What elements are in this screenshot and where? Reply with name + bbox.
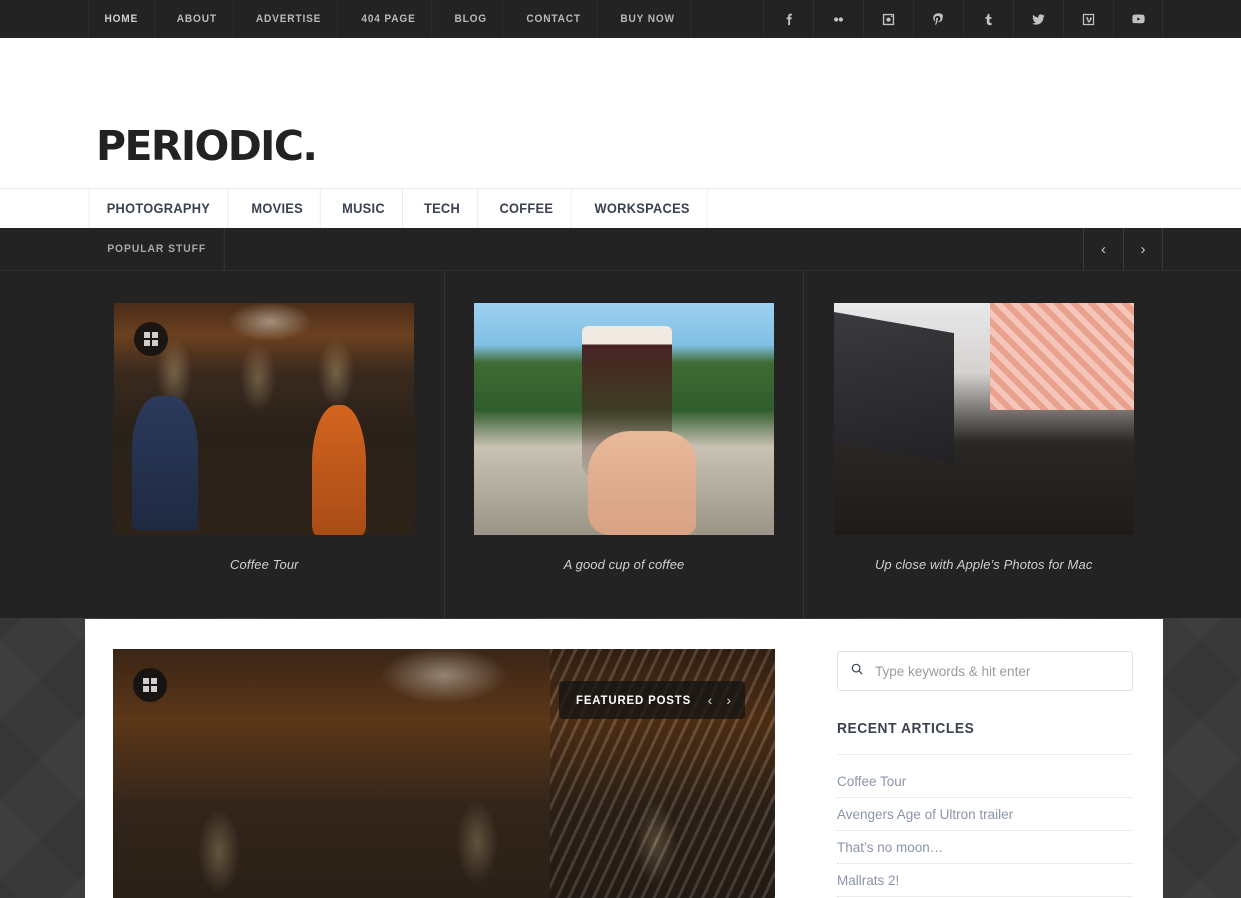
chevron-right-icon[interactable]: › (726, 692, 731, 708)
twitter-icon[interactable] (1013, 0, 1063, 38)
site-logo[interactable]: PERIODIC. (96, 126, 318, 167)
carousel-slide[interactable]: A good cup of coffee (445, 271, 805, 618)
top-navigation: HOME ABOUT ADVERTISE 404 PAGE BLOG CONTA… (85, 0, 695, 38)
topnav-item-advertise[interactable]: ADVERTISE (240, 0, 339, 38)
gallery-grid-icon[interactable] (133, 668, 167, 702)
carousel-slide-image-coffee-cup[interactable] (474, 303, 774, 535)
main-column: FEATURED POSTS ‹ › (85, 619, 805, 898)
top-bar-spacer (695, 0, 763, 38)
image-hand-holding-coffee-cup (474, 303, 774, 535)
search-icon (850, 662, 864, 681)
top-bar: HOME ABOUT ADVERTISE 404 PAGE BLOG CONTA… (0, 0, 1241, 38)
topnav-item-404-page[interactable]: 404 PAGE (346, 0, 433, 38)
carousel-slide[interactable]: Coffee Tour (85, 271, 445, 618)
topnav-item-about[interactable]: ABOUT (161, 0, 234, 38)
instagram-icon[interactable] (863, 0, 913, 38)
mainnav-item-music[interactable]: MUSIC (325, 189, 404, 228)
tumblr-icon[interactable] (963, 0, 1013, 38)
recent-articles-title: RECENT ARTICLES (837, 721, 975, 737)
topnav-item-contact[interactable]: CONTACT (510, 0, 598, 38)
topnav-item-home[interactable]: HOME (87, 0, 155, 38)
recent-article-link[interactable]: Coffee Tour (837, 774, 906, 789)
popular-carousel-track: Coffee Tour A good cup of coffee Up clos… (85, 271, 1163, 618)
carousel-slide[interactable]: Up close with Apple’s Photos for Mac (804, 271, 1163, 618)
featured-posts-tab: FEATURED POSTS ‹ › (558, 681, 745, 719)
carousel-slide-caption[interactable]: Up close with Apple’s Photos for Mac (875, 557, 1092, 572)
featured-post-image[interactable]: FEATURED POSTS ‹ › (113, 649, 775, 898)
chevron-left-icon[interactable]: ‹ (708, 692, 713, 708)
topnav-item-buy-now[interactable]: BUY NOW (605, 0, 692, 38)
recent-article-link[interactable]: That’s no moon… (837, 840, 943, 855)
carousel-slide-image-laptop-desk[interactable] (833, 303, 1134, 535)
popular-carousel: Coffee Tour A good cup of coffee Up clos… (0, 270, 1241, 618)
list-item[interactable]: Avengers Age of Ultron trailer (837, 798, 1133, 831)
chevron-left-icon[interactable]: ‹ (1083, 228, 1123, 270)
search-input[interactable] (875, 663, 1120, 679)
pinterest-icon[interactable] (913, 0, 963, 38)
site-header: PERIODIC. (0, 38, 1241, 188)
topnav-item-blog[interactable]: BLOG (439, 0, 504, 38)
list-item[interactable]: Coffee Tour (837, 755, 1133, 798)
featured-posts-label: FEATURED POSTS (575, 693, 691, 707)
list-item[interactable]: Mallrats 2! (837, 864, 1133, 897)
carousel-slide-image-coffee-shop-interior[interactable] (114, 303, 415, 535)
mainnav-item-movies[interactable]: MOVIES (234, 189, 321, 228)
recent-articles-list: Coffee Tour Avengers Age of Ultron trail… (837, 755, 1133, 897)
carousel-slide-caption[interactable]: A good cup of coffee (564, 557, 685, 572)
social-links (763, 0, 1163, 38)
recent-article-link[interactable]: Mallrats 2! (837, 873, 899, 888)
popular-stuff-bar: POPULAR STUFF ‹ › (0, 228, 1241, 270)
popular-carousel-controls: ‹ › (1083, 228, 1163, 270)
facebook-icon[interactable] (763, 0, 813, 38)
main-navigation: PHOTOGRAPHY MOVIES MUSIC TECH COFFEE WOR… (85, 189, 711, 228)
recent-article-link[interactable]: Avengers Age of Ultron trailer (837, 807, 1013, 822)
chevron-right-icon[interactable]: › (1123, 228, 1163, 270)
flickr-icon[interactable] (813, 0, 863, 38)
carousel-slide-caption[interactable]: Coffee Tour (230, 557, 299, 572)
vimeo-icon[interactable] (1063, 0, 1113, 38)
main-navigation-bar: PHOTOGRAPHY MOVIES MUSIC TECH COFFEE WOR… (0, 188, 1241, 228)
popular-stuff-label: POPULAR STUFF (89, 228, 225, 270)
youtube-icon[interactable] (1113, 0, 1163, 38)
list-item[interactable]: That’s no moon… (837, 831, 1133, 864)
mainnav-item-workspaces[interactable]: WORKSPACES (577, 189, 708, 228)
mainnav-item-tech[interactable]: TECH (407, 189, 479, 228)
mainnav-item-coffee[interactable]: COFFEE (482, 189, 572, 228)
popular-bar-spacer (229, 228, 1083, 270)
search-box[interactable] (837, 651, 1133, 691)
content-container: FEATURED POSTS ‹ › RECENT ARTICLES Coffe… (85, 619, 1163, 898)
mainnav-item-photography[interactable]: PHOTOGRAPHY (88, 189, 229, 228)
sidebar: RECENT ARTICLES Coffee Tour Avengers Age… (805, 619, 1163, 898)
image-laptop-and-phone-desk (833, 303, 1134, 535)
